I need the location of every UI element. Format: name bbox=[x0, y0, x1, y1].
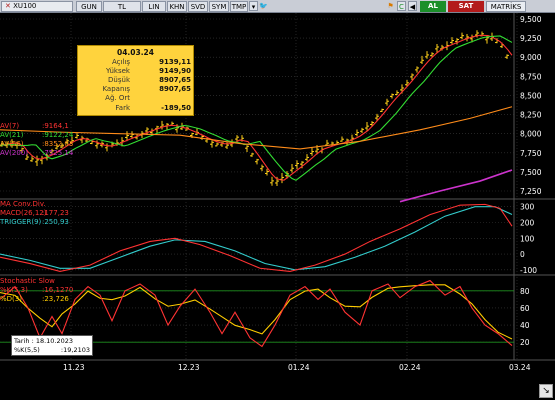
refresh-icon[interactable]: C bbox=[397, 1, 406, 11]
price-tick-label: 9,000 bbox=[520, 53, 542, 62]
price-tick-label: 7,250 bbox=[520, 187, 542, 196]
macd-tick-label: 100 bbox=[520, 234, 535, 243]
buy-button[interactable]: AL bbox=[420, 1, 446, 12]
legend-value: :8352,03 bbox=[42, 140, 73, 148]
scale-button[interactable]: LIN bbox=[142, 1, 166, 12]
symbol-label: XU100 bbox=[13, 2, 37, 10]
tooltip-date-label: Tarih bbox=[14, 337, 30, 345]
matriks-button[interactable]: MATRİKS bbox=[486, 1, 526, 12]
macd-tick-label: -100 bbox=[520, 266, 537, 275]
info-label: Yüksek bbox=[106, 67, 130, 75]
price-tick-label: 7,750 bbox=[520, 149, 542, 158]
ma200-line bbox=[399, 169, 513, 203]
x-tick-label: 01.24 bbox=[288, 363, 310, 372]
info-label: Fark bbox=[115, 104, 130, 112]
legend-value: :9164,1 bbox=[42, 122, 69, 130]
symbol-selector[interactable]: ✕ XU100 bbox=[1, 1, 73, 12]
legend-value: :9122,24 bbox=[42, 131, 74, 139]
legend-value: :250,93 bbox=[42, 218, 69, 226]
macd-tick-label: 0 bbox=[520, 250, 525, 259]
macd-title: MA Conv.Div. bbox=[0, 200, 46, 208]
legend-label: AV(7) bbox=[0, 122, 19, 130]
price-tick-label: 8,500 bbox=[520, 91, 542, 100]
legend-value: :177,23 bbox=[42, 209, 69, 217]
stoch-tick-label: 20 bbox=[520, 338, 530, 347]
price-tick-label: 8,000 bbox=[520, 130, 542, 139]
info-label: Kapanış bbox=[102, 85, 130, 93]
legend-label: TRIGGER(9) bbox=[0, 218, 42, 226]
sell-button[interactable]: SAT bbox=[448, 1, 484, 12]
info-label: Düşük bbox=[108, 76, 130, 84]
x-tick-label: 11.23 bbox=[63, 363, 85, 372]
x-tick-label: 02.24 bbox=[399, 363, 421, 372]
stoch-title: Stochastic Slow bbox=[0, 277, 55, 285]
legend-value: :16,1270 bbox=[42, 286, 73, 294]
stoch-d-line bbox=[0, 284, 513, 340]
legend-value: :7525,14 bbox=[42, 149, 74, 157]
sym-button[interactable]: SYM bbox=[209, 1, 229, 12]
stoch-tick-label: 60 bbox=[520, 304, 530, 313]
currency-button[interactable]: TL bbox=[103, 1, 141, 12]
info-value: 8907,65 bbox=[159, 76, 191, 84]
price-tick-label: 8,250 bbox=[520, 111, 542, 120]
period-button[interactable]: GUN bbox=[76, 1, 102, 12]
resize-icon[interactable]: ↘ bbox=[539, 384, 553, 398]
tooltip-date-value: : 18.10.2023 bbox=[31, 337, 74, 345]
price-tick-label: 7,500 bbox=[520, 168, 542, 177]
tooltip-k-value: :19,2103 bbox=[60, 346, 90, 354]
info-value: 9149,90 bbox=[159, 67, 191, 75]
menu-icon[interactable]: ✕ bbox=[5, 2, 11, 10]
price-tick-label: 9,250 bbox=[520, 34, 542, 43]
stoch-tick-label: 40 bbox=[520, 321, 530, 330]
info-label: Açılış bbox=[112, 58, 130, 66]
legend-label: %D(3) bbox=[0, 295, 22, 303]
info-value: 8907,65 bbox=[159, 85, 191, 93]
price-tick-label: 9,500 bbox=[520, 15, 542, 24]
legend-label: %K(5,3) bbox=[0, 286, 28, 294]
svd-button[interactable]: SVD bbox=[188, 1, 208, 12]
khn-button[interactable]: KHN bbox=[167, 1, 187, 12]
x-tick-label: 12.23 bbox=[178, 363, 200, 372]
info-value: -189,50 bbox=[161, 104, 191, 112]
info-date: 04.03.24 bbox=[116, 48, 154, 57]
macd-line bbox=[0, 203, 513, 272]
chart-toolbar: ✕ XU100 GUN TL LIN KHN SVD SYM TMP ▾ 🐦 ⚑… bbox=[0, 0, 555, 13]
ohlc-info-box: 04.03.24 Açılış 9139,11 Yüksek 9149,90 Düş… bbox=[77, 45, 194, 116]
x-tick-label: 03.24 bbox=[509, 363, 531, 372]
info-value: 9139,11 bbox=[159, 58, 191, 66]
macd-tick-label: 300 bbox=[520, 203, 535, 212]
legend-label: AV(56) bbox=[0, 140, 24, 148]
info-label: Ağ. Ort bbox=[105, 94, 130, 102]
legends: AV(7) :9164,1 AV(21) :9122,24 AV(56) :8352,03… bbox=[0, 122, 74, 303]
legend-label: AV(200) bbox=[0, 149, 28, 157]
legend-label: MACD(26,12) bbox=[0, 209, 47, 217]
tmp-button[interactable]: TMP bbox=[230, 1, 248, 12]
price-tick-label: 8,750 bbox=[520, 72, 542, 81]
macd-tick-label: 200 bbox=[520, 219, 535, 228]
legend-label: AV(21) bbox=[0, 131, 24, 139]
tooltip-k-label: %K(5,5) bbox=[14, 346, 40, 354]
chevron-down-icon[interactable]: ▾ bbox=[249, 1, 258, 11]
back-icon[interactable]: ◀ bbox=[408, 1, 417, 11]
twitter-icon[interactable]: 🐦 bbox=[259, 1, 268, 11]
stoch-tick-label: 80 bbox=[520, 287, 530, 296]
crosshair-tooltip: Tarih : 18.10.2023 %K(5,5) :19,2103 bbox=[11, 335, 93, 356]
flag-icon[interactable]: ⚑ bbox=[386, 1, 395, 11]
legend-value: :23,726 bbox=[42, 295, 69, 303]
macd-panel[interactable] bbox=[0, 203, 513, 272]
